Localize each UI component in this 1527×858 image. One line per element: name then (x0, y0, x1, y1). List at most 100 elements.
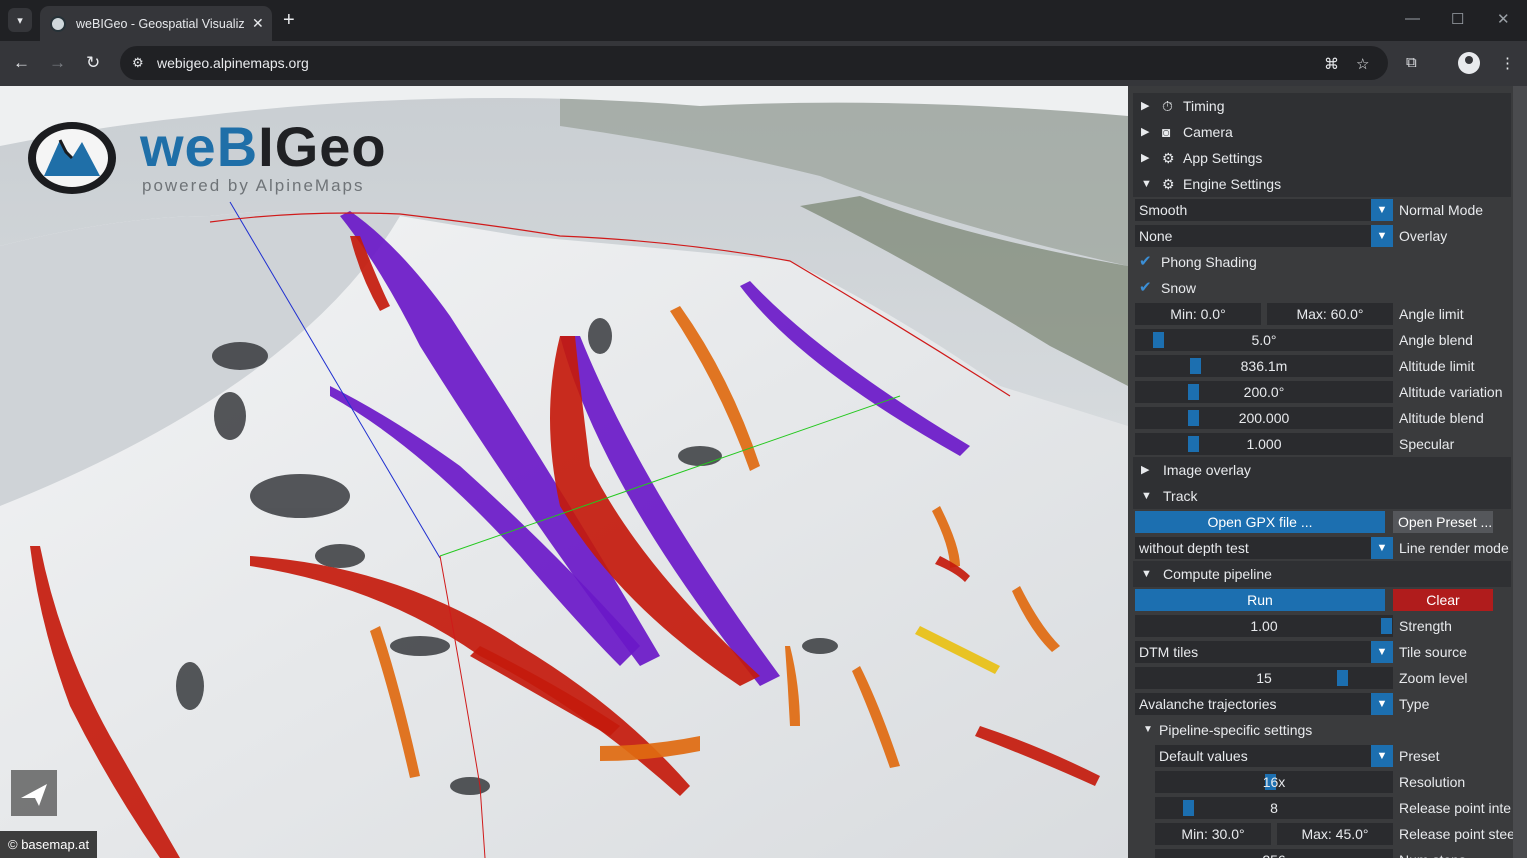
chevron-down-icon[interactable]: ▼ (1371, 641, 1393, 663)
angle-blend-row: 5.0° Angle blend (1133, 327, 1511, 353)
back-arrow-icon[interactable]: ← (13, 53, 30, 73)
site-settings-icon[interactable]: ⚙ (132, 55, 144, 71)
slider-thumb[interactable] (1183, 800, 1194, 816)
menu-kebab-icon[interactable]: ⋮ (1500, 54, 1515, 72)
tile-source-select[interactable]: DTM tiles ▼ (1135, 641, 1393, 663)
expand-arrow-icon: ▶ (1141, 152, 1150, 164)
profile-avatar-icon[interactable] (1458, 52, 1480, 74)
release-interval-row: 8 Release point inte (1133, 795, 1511, 821)
clear-button[interactable]: Clear (1393, 589, 1493, 611)
section-camera[interactable]: ▶ ◙ Camera (1133, 119, 1511, 145)
zoom-level-row: 15 Zoom level (1133, 665, 1511, 691)
tab-close-icon[interactable]: ✕ (252, 15, 264, 32)
slider-thumb[interactable] (1153, 332, 1164, 348)
active-tab[interactable]: weBIGeo - Geospatial Visualization ✕ (40, 6, 272, 41)
minimize-window-button[interactable]: — (1405, 10, 1420, 27)
expand-arrow-icon: ▶ (1141, 464, 1150, 476)
forward-arrow-icon[interactable]: → (49, 53, 66, 73)
specular-slider[interactable]: 1.000 (1135, 433, 1393, 455)
chevron-down-icon[interactable]: ▼ (1371, 745, 1393, 767)
release-interval-slider[interactable]: 8 (1155, 797, 1393, 819)
slider-thumb[interactable] (1381, 618, 1392, 634)
open-gpx-button[interactable]: Open GPX file ... (1135, 511, 1385, 533)
altitude-variation-slider[interactable]: 200.0° (1135, 381, 1393, 403)
expand-arrow-icon: ▶ (1141, 126, 1150, 138)
normal-mode-row: Smooth ▼ Normal Mode (1133, 197, 1511, 223)
angle-limit-row: Min: 0.0° Max: 60.0° Angle limit (1133, 301, 1511, 327)
tab-search-button[interactable]: ▾ (8, 8, 32, 32)
camera-icon: ◙ (1162, 124, 1171, 140)
maximize-window-button[interactable]: ☐ (1451, 10, 1464, 28)
pipeline-type-select[interactable]: Avalanche trajectories ▼ (1135, 693, 1393, 715)
altitude-blend-row: 200.000 Altitude blend (1133, 405, 1511, 431)
collapse-arrow-icon: ▼ (1141, 568, 1152, 580)
reload-icon[interactable]: ↻ (86, 53, 100, 73)
snow-checkbox[interactable]: ✔ Snow (1133, 275, 1511, 301)
angle-max-input[interactable]: Max: 60.0° (1267, 303, 1393, 325)
zoom-level-slider[interactable]: 15 (1135, 667, 1393, 689)
angle-blend-slider[interactable]: 5.0° (1135, 329, 1393, 351)
pipeline-buttons-row: Run Clear (1133, 587, 1511, 613)
tab-title: weBIGeo - Geospatial Visualization (76, 16, 244, 31)
browser-titlebar: ▾ weBIGeo - Geospatial Visualization ✕ +… (0, 0, 1527, 41)
specular-row: 1.000 Specular (1133, 431, 1511, 457)
angle-min-input[interactable]: Min: 0.0° (1135, 303, 1261, 325)
phong-shading-checkbox[interactable]: ✔ Phong Shading (1133, 249, 1511, 275)
slider-thumb[interactable] (1188, 410, 1199, 426)
strength-slider[interactable]: 1.00 (1135, 615, 1393, 637)
overlay-row: None ▼ Overlay (1133, 223, 1511, 249)
line-render-select[interactable]: without depth test ▼ (1135, 537, 1393, 559)
run-button[interactable]: Run (1135, 589, 1385, 611)
section-image-overlay[interactable]: ▶ Image overlay (1133, 457, 1511, 483)
section-engine-settings[interactable]: ▼ ⚙ Engine Settings (1133, 171, 1511, 197)
num-steps-row: 256 Num steps (1133, 847, 1511, 858)
line-render-row: without depth test ▼ Line render mode (1133, 535, 1511, 561)
steepness-min-input[interactable]: Min: 30.0° (1155, 823, 1271, 845)
slider-thumb[interactable] (1337, 670, 1348, 686)
altitude-blend-slider[interactable]: 200.000 (1135, 407, 1393, 429)
chevron-down-icon[interactable]: ▼ (1371, 537, 1393, 559)
bookmark-star-icon[interactable]: ☆ (1356, 55, 1369, 73)
release-steepness-row: Min: 30.0° Max: 45.0° Release point stee (1133, 821, 1515, 847)
altitude-limit-slider[interactable]: 836.1m (1135, 355, 1393, 377)
slider-thumb[interactable] (1188, 436, 1199, 452)
compass-button[interactable] (11, 770, 57, 816)
map-attribution[interactable]: © basemap.at (0, 831, 98, 858)
close-window-button[interactable]: ✕ (1497, 10, 1510, 28)
overlay-select[interactable]: None ▼ (1135, 225, 1393, 247)
open-preset-button[interactable]: Open Preset ... (1393, 511, 1493, 533)
extensions-puzzle-icon[interactable]: ⧉ (1406, 54, 1417, 71)
slider-thumb[interactable] (1188, 384, 1199, 400)
section-app-settings[interactable]: ▶ ⚙ App Settings (1133, 145, 1511, 171)
site-favicon-icon (50, 15, 66, 32)
num-steps-slider[interactable]: 256 (1155, 849, 1393, 858)
resolution-row: 16x Resolution (1133, 769, 1511, 795)
collapse-arrow-icon: ▼ (1141, 490, 1152, 502)
preset-select[interactable]: Default values ▼ (1155, 745, 1393, 767)
panel-scrollbar[interactable] (1513, 86, 1527, 858)
section-track[interactable]: ▼ Track (1133, 483, 1511, 509)
type-row: Avalanche trajectories ▼ Type (1133, 691, 1511, 717)
map-viewport[interactable]: weBIGeo powered by AlpineMaps © basemap.… (0, 86, 1128, 858)
chevron-down-icon: ▾ (17, 14, 23, 27)
chevron-down-icon[interactable]: ▼ (1371, 225, 1393, 247)
steepness-max-input[interactable]: Max: 45.0° (1277, 823, 1393, 845)
altitude-variation-row: 200.0° Altitude variation (1133, 379, 1511, 405)
compass-arrow-icon (21, 784, 47, 806)
address-bar[interactable]: ⚙ webigeo.alpinemaps.org ⌘ ☆ (120, 46, 1388, 80)
section-compute-pipeline[interactable]: ▼ Compute pipeline (1133, 561, 1511, 587)
resolution-slider[interactable]: 16x (1155, 771, 1393, 793)
section-timing[interactable]: ▶ ⏱ Timing (1133, 93, 1511, 119)
checkmark-icon: ✔ (1139, 279, 1152, 296)
collapse-arrow-icon: ▼ (1143, 724, 1153, 735)
gear-icon: ⚙ (1162, 150, 1175, 166)
chevron-down-icon[interactable]: ▼ (1371, 199, 1393, 221)
translate-icon[interactable]: ⌘ (1324, 55, 1339, 73)
slider-thumb[interactable] (1190, 358, 1201, 374)
url-text[interactable]: webigeo.alpinemaps.org (157, 55, 309, 71)
terrain-render (0, 86, 1128, 858)
normal-mode-select[interactable]: Smooth ▼ (1135, 199, 1393, 221)
chevron-down-icon[interactable]: ▼ (1371, 693, 1393, 715)
pipeline-specific-settings-toggle[interactable]: ▼ Pipeline-specific settings (1133, 717, 1511, 743)
new-tab-button[interactable]: + (283, 9, 295, 31)
